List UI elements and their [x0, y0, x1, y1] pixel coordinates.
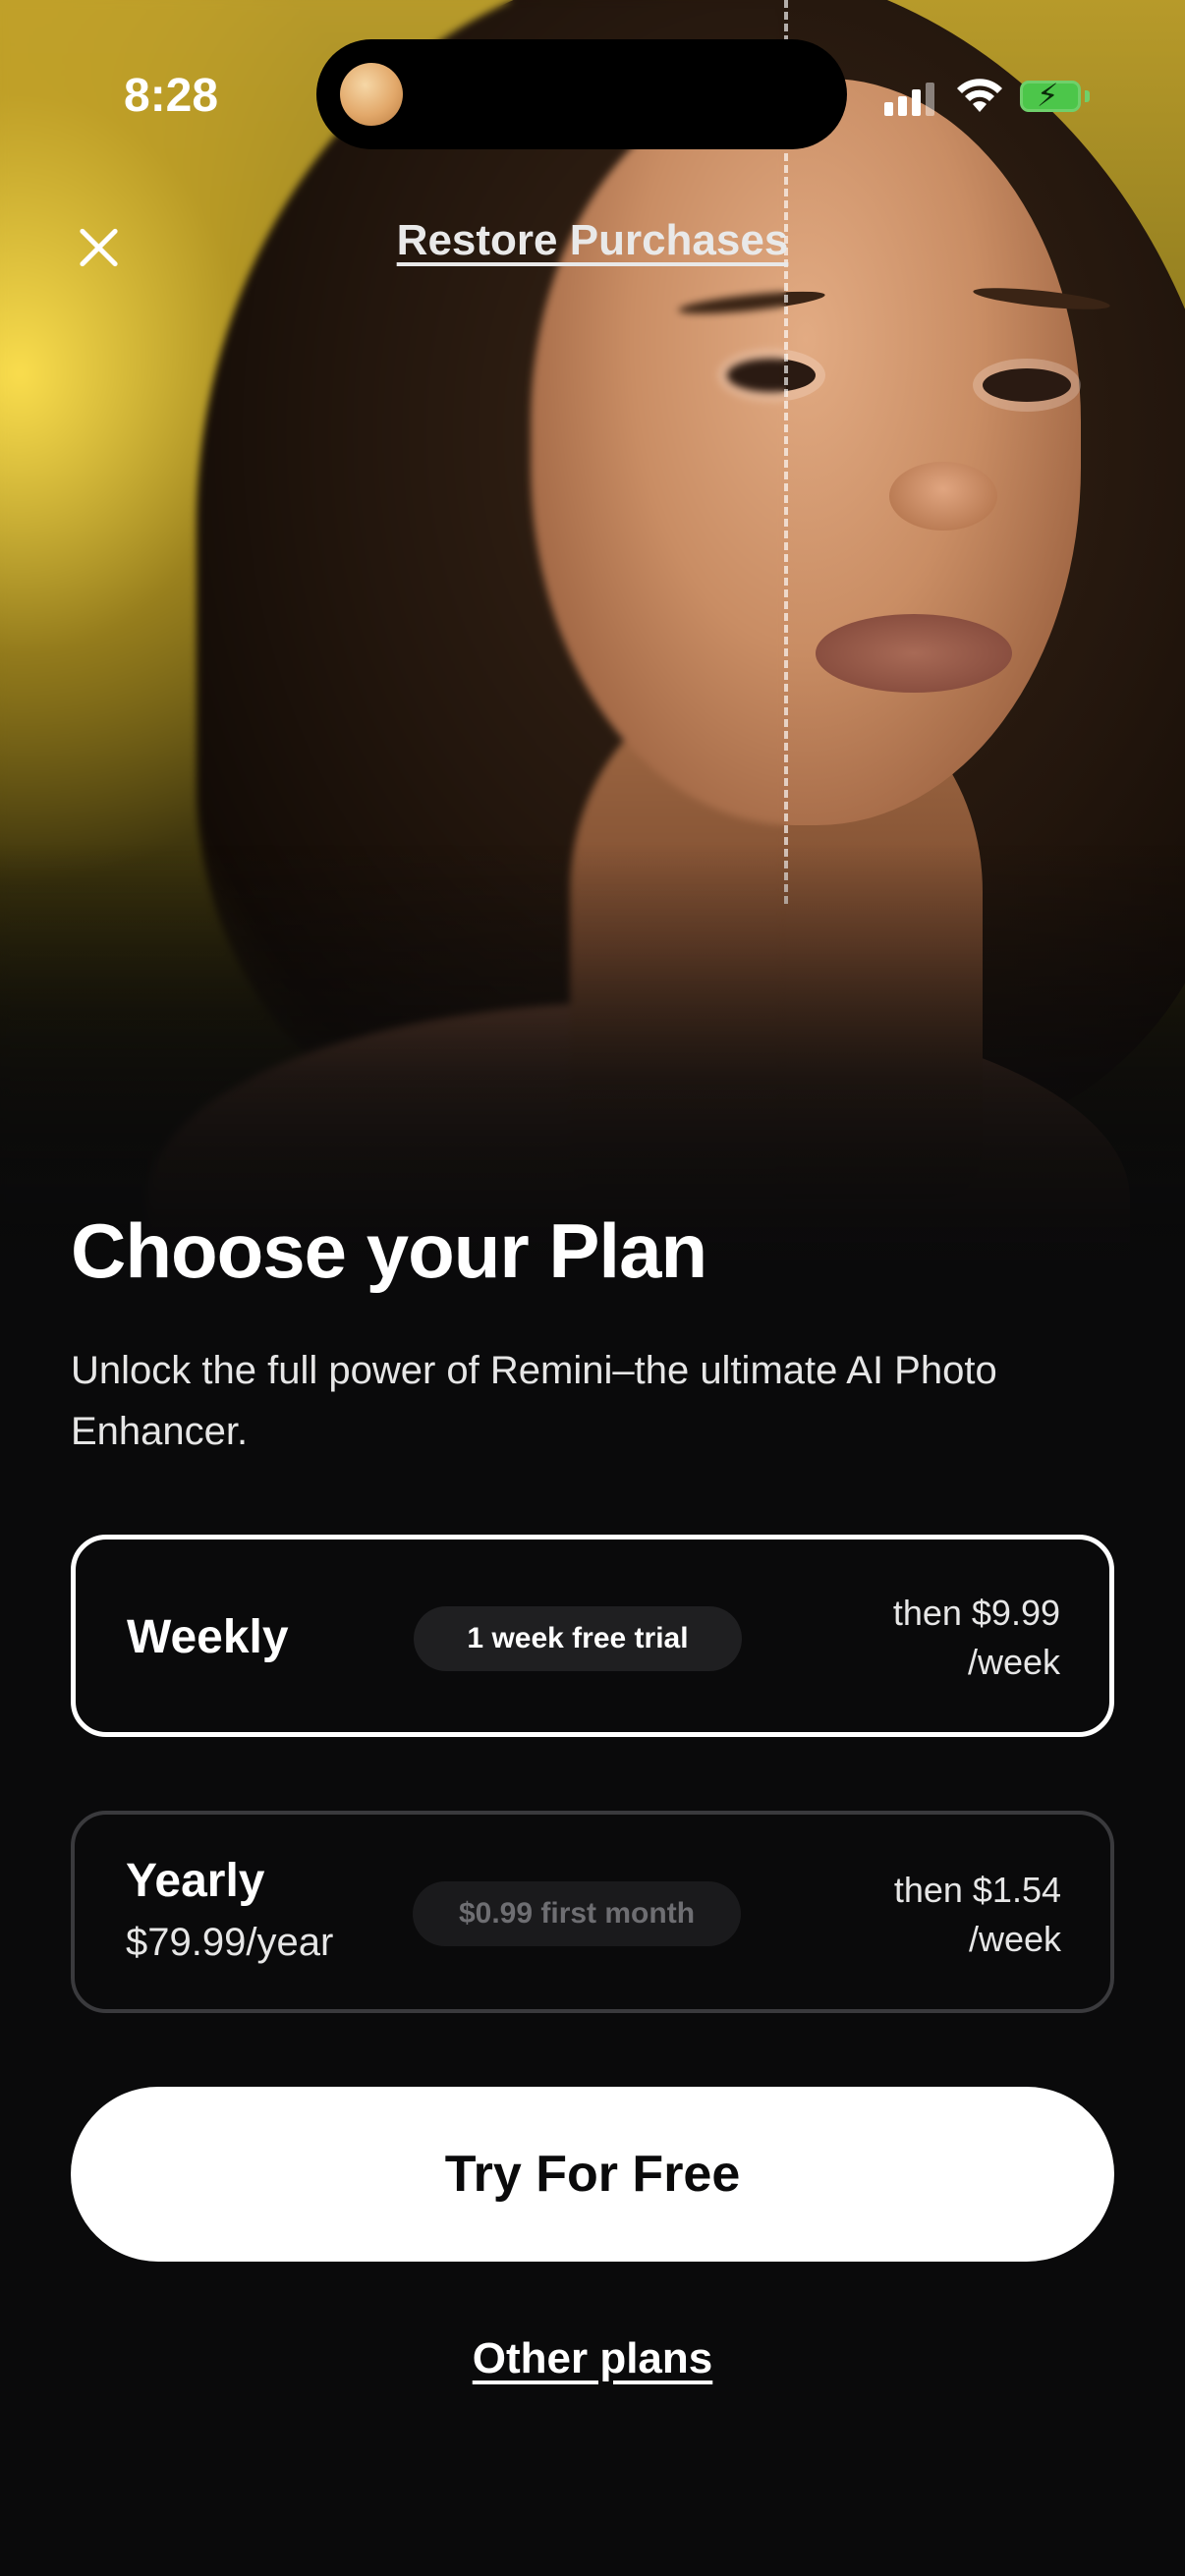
plan-subprice: $79.99/year	[126, 1921, 334, 1964]
page-title: Choose your Plan	[71, 1207, 707, 1294]
plan-price: then $1.54 /week	[894, 1866, 1061, 1964]
lips-shape	[816, 614, 1012, 693]
hero-photo	[0, 0, 1185, 1277]
plan-price-line2: /week	[968, 1919, 1061, 1959]
plan-price-line1: then $1.54	[893, 1870, 1061, 1910]
dynamic-island	[316, 39, 847, 149]
plan-option-weekly[interactable]: Weekly 1 week free trial then $9.99 /wee…	[71, 1535, 1114, 1737]
plan-price-line2: /week	[967, 1642, 1060, 1682]
nose-shape	[889, 462, 997, 531]
try-for-free-button[interactable]: Try For Free	[71, 2087, 1114, 2262]
plan-option-yearly[interactable]: Yearly $79.99/year $0.99 first month the…	[71, 1811, 1114, 2013]
plan-badge: $0.99 first month	[413, 1881, 741, 1946]
live-activity-icon	[340, 63, 403, 126]
restore-purchases-link[interactable]: Restore Purchases	[0, 216, 1185, 265]
plan-name: Weekly	[127, 1611, 289, 1663]
plan-price: then $9.99 /week	[893, 1589, 1060, 1687]
plan-name: Yearly	[126, 1855, 265, 1907]
plan-badge: 1 week free trial	[414, 1606, 742, 1671]
other-plans-link[interactable]: Other plans	[0, 2334, 1185, 2383]
status-icons: ⚡	[884, 77, 1100, 116]
wifi-icon	[957, 79, 1002, 112]
status-time: 8:28	[124, 70, 219, 122]
right-eye	[983, 368, 1071, 402]
page-subtitle: Unlock the full power of Remini–the ulti…	[71, 1349, 997, 1453]
plan-price-line1: then $9.99	[892, 1593, 1060, 1633]
